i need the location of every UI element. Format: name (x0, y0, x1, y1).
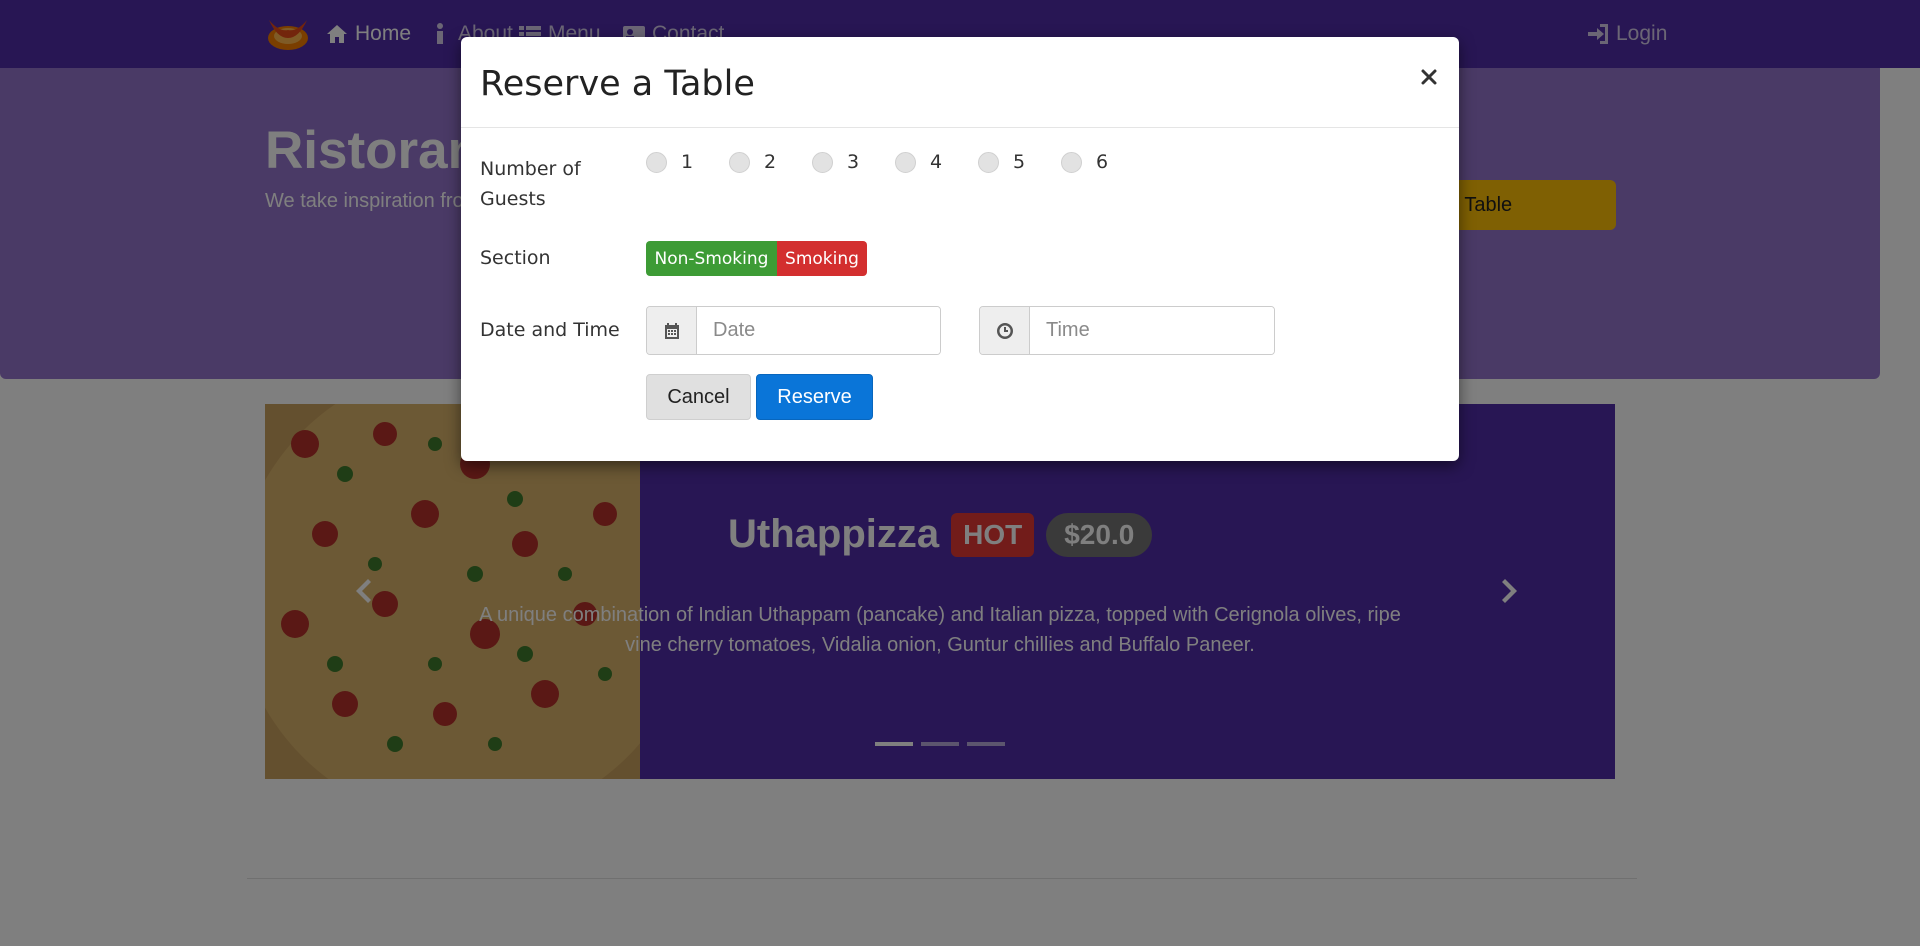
guest-option-label: 5 (1013, 151, 1026, 173)
guest-radio-2[interactable]: 2 (729, 151, 776, 173)
section-button-group: Non-Smoking Smoking (646, 241, 867, 276)
date-input[interactable] (697, 307, 940, 354)
modal-header: Reserve a Table (461, 37, 1459, 128)
close-button[interactable] (1419, 67, 1447, 95)
reserve-table-modal: Reserve a Table Number of Guests 1 2 3 4… (461, 37, 1459, 461)
close-icon (1421, 69, 1437, 85)
guest-radio-5[interactable]: 5 (978, 151, 1025, 173)
guest-option-label: 2 (764, 151, 777, 173)
section-label: Section (480, 247, 551, 269)
calendar-icon (664, 322, 679, 339)
clock-icon (996, 322, 1013, 339)
guest-option-label: 1 (681, 151, 694, 173)
date-addon (647, 307, 697, 354)
modal-title: Reserve a Table (480, 64, 755, 104)
radio-button[interactable] (1061, 151, 1082, 173)
time-addon (980, 307, 1030, 354)
reserve-button[interactable]: Reserve (756, 374, 873, 420)
time-input[interactable] (1030, 307, 1274, 354)
guest-radio-6[interactable]: 6 (1061, 151, 1108, 173)
guest-option-label: 6 (1096, 151, 1109, 173)
radio-button[interactable] (895, 151, 916, 173)
datetime-label: Date and Time (480, 319, 620, 341)
date-input-group (646, 306, 941, 355)
radio-button[interactable] (646, 151, 667, 173)
guests-label: Number of Guests (480, 158, 581, 210)
radio-button[interactable] (978, 151, 999, 173)
radio-button[interactable] (812, 151, 833, 173)
guest-radio-4[interactable]: 4 (895, 151, 942, 173)
guest-radio-3[interactable]: 3 (812, 151, 859, 173)
non-smoking-button[interactable]: Non-Smoking (646, 241, 777, 276)
guest-option-label: 3 (847, 151, 860, 173)
cancel-button[interactable]: Cancel (646, 374, 751, 420)
smoking-button[interactable]: Smoking (777, 241, 867, 276)
guest-radio-1[interactable]: 1 (646, 151, 693, 173)
radio-button[interactable] (729, 151, 750, 173)
guest-option-label: 4 (930, 151, 943, 173)
time-input-group (979, 306, 1275, 355)
